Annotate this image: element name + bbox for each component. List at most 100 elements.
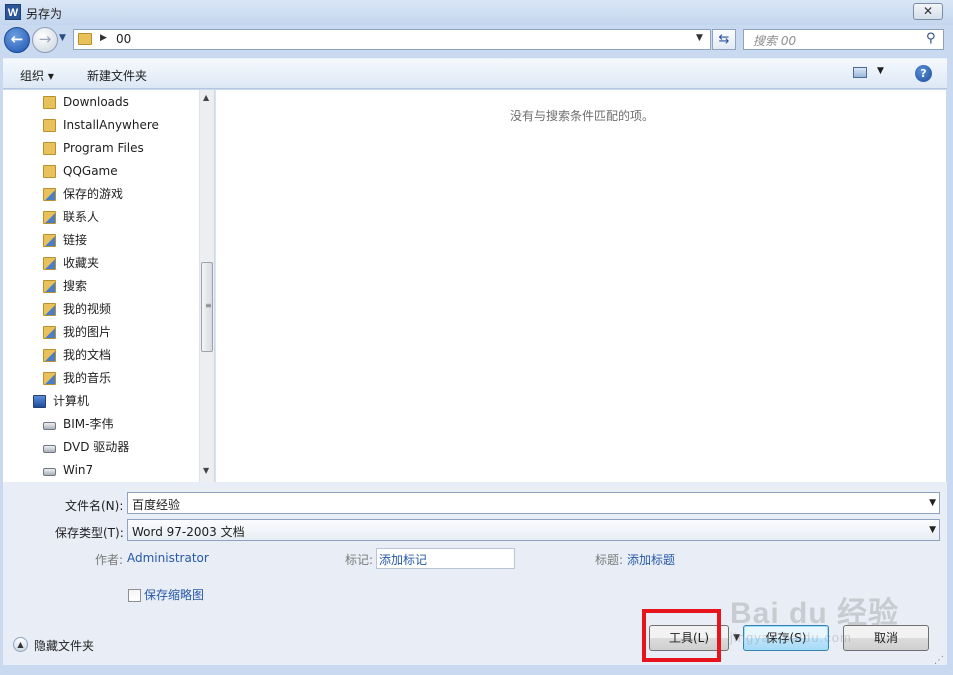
forward-arrow-icon[interactable]: → — [32, 27, 58, 53]
nav-item[interactable]: 我的图片 — [3, 321, 199, 344]
nav-item-label: 我的文档 — [63, 348, 112, 362]
folder-icon — [78, 33, 92, 45]
filename-label: 文件名(N): — [65, 499, 124, 513]
help-icon[interactable]: ? — [915, 65, 932, 82]
breadcrumb-current[interactable]: 00 — [116, 32, 131, 46]
nav-item-label: Program Files — [63, 141, 144, 155]
nav-item[interactable]: 我的音乐 — [3, 367, 199, 390]
change-view-icon[interactable] — [853, 67, 867, 78]
cancel-button[interactable]: 取消 — [843, 625, 929, 651]
breadcrumb-separator-icon[interactable]: ▶ — [100, 33, 107, 43]
author-field[interactable]: Administrator — [127, 551, 209, 565]
search-icon[interactable]: ⚲ — [926, 31, 936, 46]
folder-icon — [43, 165, 56, 178]
nav-item[interactable]: InstallAnywhere — [3, 114, 199, 137]
organize-button[interactable]: 组织 ▾ — [20, 67, 54, 84]
tags-placeholder[interactable]: 添加标记 — [379, 551, 427, 568]
saved-games-icon — [43, 188, 56, 201]
drive-icon — [43, 422, 56, 430]
scroll-down-icon[interactable]: ▼ — [203, 466, 209, 475]
nav-item-label: DVD 驱动器 — [63, 440, 130, 454]
thumbnail-label[interactable]: 保存缩略图 — [144, 586, 204, 603]
hide-folders-label[interactable]: 隐藏文件夹 — [34, 637, 94, 654]
drive-icon — [43, 468, 56, 476]
collapse-up-icon[interactable]: ▲ — [13, 637, 28, 652]
resize-grip-icon[interactable]: ⋰ — [934, 655, 944, 666]
nav-item[interactable]: 收藏夹 — [3, 252, 199, 275]
address-dropdown-icon[interactable]: ▼ — [696, 33, 703, 43]
refresh-icon[interactable]: ⇆ — [712, 29, 736, 50]
tools-dropdown-icon[interactable]: ▼ — [733, 626, 740, 650]
address-bar[interactable]: ▶ 00 ▼ — [73, 29, 711, 50]
nav-item-label: 收藏夹 — [63, 256, 100, 270]
nav-item-label: InstallAnywhere — [63, 118, 159, 132]
tags-label: 标记: — [345, 553, 374, 567]
pictures-icon — [43, 326, 56, 339]
filetype-label: 保存类型(T): — [55, 526, 124, 540]
folder-icon — [43, 119, 56, 132]
nav-scrollbar[interactable]: ▲ ≡ ▼ — [199, 90, 214, 482]
history-dropdown-icon[interactable]: ▼ — [59, 33, 66, 43]
nav-item-label: Win7 — [63, 463, 94, 477]
save-button[interactable]: 保存(S) — [743, 625, 829, 651]
grip-icon: ≡ — [205, 301, 212, 310]
nav-item-label: 我的图片 — [63, 325, 112, 339]
word-app-icon: W — [5, 4, 21, 20]
nav-item-label: 我的音乐 — [63, 371, 112, 385]
title-field[interactable]: 添加标题 — [627, 551, 675, 568]
searches-icon — [43, 280, 56, 293]
view-dropdown-icon[interactable]: ▼ — [877, 66, 884, 76]
nav-item[interactable]: Program Files — [3, 137, 199, 160]
filename-value[interactable]: 百度经验 — [132, 496, 180, 513]
title-bar: W 另存为 ✕ — [0, 0, 953, 25]
empty-message: 没有与搜索条件匹配的项。 — [510, 109, 655, 123]
tags-input[interactable]: 添加标记 — [376, 548, 515, 569]
nav-item[interactable]: DVD 驱动器 — [3, 436, 199, 459]
links-icon — [43, 234, 56, 247]
nav-item-label: 链接 — [63, 233, 88, 247]
author-label: 作者: — [95, 553, 124, 567]
nav-item-label: Downloads — [63, 95, 129, 109]
nav-item[interactable]: QQGame — [3, 160, 199, 183]
scroll-thumb[interactable]: ≡ — [201, 262, 213, 352]
filetype-select[interactable]: Word 97-2003 文档 ▼ — [127, 519, 940, 541]
file-list-pane[interactable]: 没有与搜索条件匹配的项。 — [215, 90, 946, 482]
chevron-down-icon[interactable]: ▼ — [929, 498, 936, 508]
close-button[interactable]: ✕ — [913, 3, 943, 20]
new-folder-button[interactable]: 新建文件夹 — [87, 67, 147, 84]
nav-item[interactable]: 链接 — [3, 229, 199, 252]
nav-item[interactable]: BIM-李伟 — [3, 413, 199, 436]
filetype-value: Word 97-2003 文档 — [132, 525, 245, 539]
music-icon — [43, 372, 56, 385]
folder-icon — [43, 142, 56, 155]
thumbnail-checkbox[interactable] — [128, 589, 141, 602]
nav-item[interactable]: 搜索 — [3, 275, 199, 298]
nav-item[interactable]: 保存的游戏 — [3, 183, 199, 206]
nav-item[interactable]: Win7 — [3, 459, 199, 482]
command-toolbar: 组织 ▾ 新建文件夹 ▼ ? — [3, 58, 947, 89]
nav-item[interactable]: 计算机 — [3, 390, 199, 413]
folder-icon — [43, 96, 56, 109]
highlight-annotation — [642, 609, 721, 662]
nav-item-label: 我的视频 — [63, 302, 112, 316]
search-input[interactable]: 搜索 00 ⚲ — [743, 29, 944, 50]
nav-item-label: 保存的游戏 — [63, 187, 124, 201]
nav-item-label: BIM-李伟 — [63, 417, 114, 431]
nav-item-label: 联系人 — [63, 210, 100, 224]
nav-item[interactable]: Downloads — [3, 91, 199, 114]
nav-item[interactable]: 联系人 — [3, 206, 199, 229]
favorites-icon — [43, 257, 56, 270]
search-placeholder: 搜索 00 — [753, 34, 797, 48]
back-arrow-icon[interactable]: ← — [4, 27, 30, 53]
filename-field[interactable]: 百度经验 ▼ — [127, 492, 940, 514]
nav-item[interactable]: 我的视频 — [3, 298, 199, 321]
contacts-icon — [43, 211, 56, 224]
dvd-drive-icon — [43, 445, 56, 453]
title-label: 标题: — [595, 553, 624, 567]
nav-item-label: 计算机 — [53, 394, 90, 408]
scroll-up-icon[interactable]: ▲ — [203, 93, 209, 102]
nav-item[interactable]: 我的文档 — [3, 344, 199, 367]
documents-icon — [43, 349, 56, 362]
chevron-down-icon[interactable]: ▼ — [929, 525, 936, 535]
nav-item-label: QQGame — [63, 164, 118, 178]
